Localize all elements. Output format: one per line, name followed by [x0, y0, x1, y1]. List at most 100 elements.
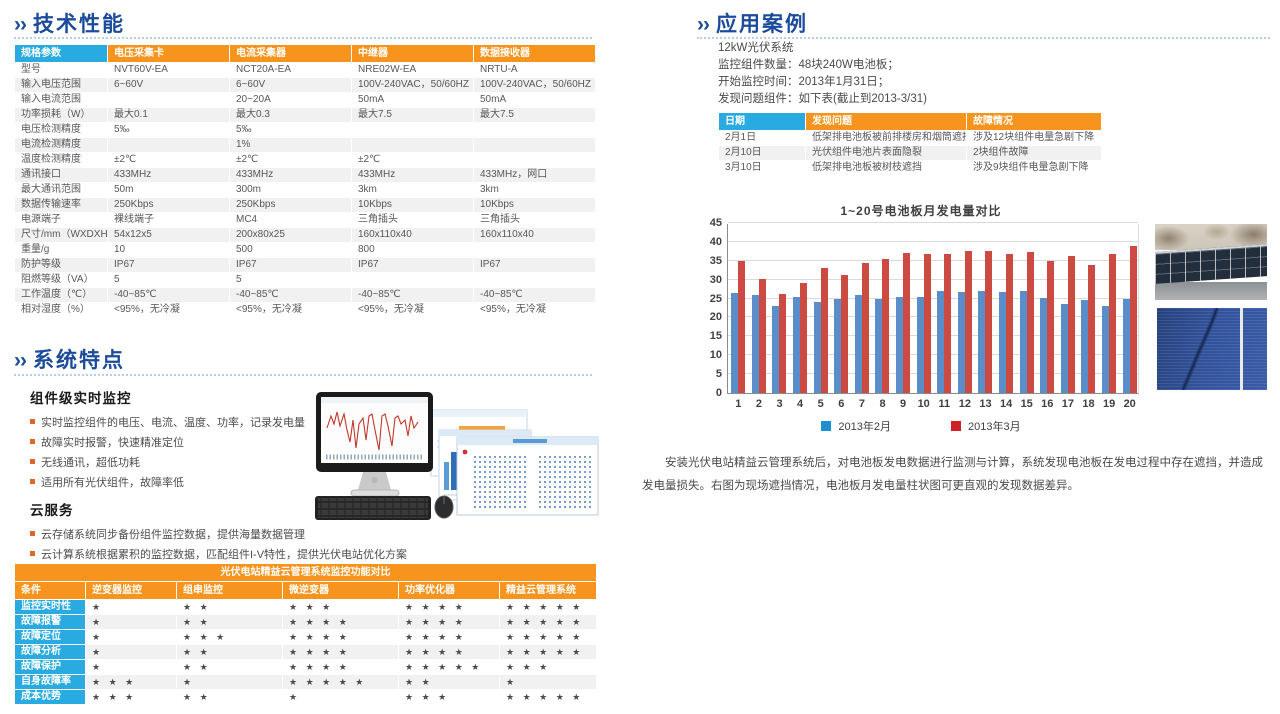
feature-list: 组件级实时监控实时监控组件的电压、电流、温度、功率，记录发电量故障实时报警，快速…	[30, 385, 300, 591]
x-axis-tick-label: 19	[1103, 398, 1115, 410]
spec-cell: 功率损耗（W）	[15, 108, 107, 122]
star-rating-cell: ★ ★	[177, 660, 282, 674]
bar-2013年3月	[985, 251, 992, 393]
y-axis-tick-label: 45	[710, 217, 722, 229]
case-intro-line: 监控组件数量：48块240W电池板；	[718, 57, 927, 74]
compare-row-label: 自身故障率	[15, 675, 85, 689]
issue-cell: 2月10日	[719, 146, 805, 160]
bar-2013年2月	[875, 299, 882, 393]
cell-busbar	[1240, 308, 1243, 390]
bar-2013年2月	[772, 306, 779, 393]
x-axis-tick-label: 4	[797, 398, 803, 410]
y-axis-tick-label: 30	[710, 274, 722, 286]
spec-cell: 800	[352, 243, 473, 257]
issue-header-row: 日期发现问题故障情况	[719, 113, 1101, 130]
x-axis-tick-label: 6	[838, 398, 844, 410]
star-rating-cell: ★ ★ ★ ★	[399, 600, 499, 614]
star-rating-cell: ★	[86, 615, 176, 629]
bar-2013年2月	[1102, 306, 1109, 393]
spec-cell: NVT60V-EA	[108, 63, 229, 77]
features-section-heading: ››系统特点	[14, 344, 125, 374]
bar-group	[749, 279, 770, 393]
spec-row: 防护等级IP67IP67IP67IP67	[15, 258, 595, 272]
star-rating-cell: ★ ★ ★ ★ ★	[283, 675, 398, 689]
spec-cell	[474, 153, 595, 167]
star-rating-cell: ★ ★ ★	[86, 690, 176, 704]
bar-2013年3月	[1047, 261, 1054, 393]
y-axis-tick-label: 10	[710, 349, 722, 361]
spec-cell: NCT20A-EA	[230, 63, 351, 77]
tech-section-title: 技术性能	[33, 13, 125, 36]
star-rating-cell: ★	[86, 600, 176, 614]
spec-cell: ±2℃	[108, 153, 229, 167]
star-rating-cell: ★	[86, 645, 176, 659]
bar-group	[872, 259, 893, 393]
compare-row: 监控实时性★★ ★★ ★ ★★ ★ ★ ★★ ★ ★ ★ ★	[15, 600, 596, 614]
spec-cell: 1%	[230, 138, 351, 152]
spec-cell: 500	[230, 243, 351, 257]
x-axis-tick-label: 14	[1000, 398, 1012, 410]
star-rating-cell: ★ ★ ★ ★	[399, 615, 499, 629]
spec-cell: 10Kbps	[474, 198, 595, 212]
star-rating-cell: ★ ★	[399, 675, 499, 689]
compare-row-label: 故障分析	[15, 645, 85, 659]
dotted-separator	[14, 37, 592, 39]
issue-cell: 涉及9块组件电量急剧下降	[967, 161, 1101, 175]
spec-cell: IP67	[230, 258, 351, 272]
issue-table: 日期发现问题故障情况2月1日低架排电池板被前排楼房和烟筒遮挡涉及12块组件电量急…	[718, 112, 1102, 176]
star-rating-cell: ★ ★ ★ ★	[283, 660, 398, 674]
bar-group	[1119, 246, 1140, 393]
y-axis-tick-label: 15	[710, 330, 722, 342]
bar-group	[810, 268, 831, 393]
spec-cell: 尺寸/mm（WXDXH）	[15, 228, 107, 242]
spec-row: 输入电流范围20~20A50mA50mA	[15, 93, 595, 107]
compare-header-cell: 逆变器监控	[86, 582, 176, 599]
x-axis-tick-label: 12	[959, 398, 971, 410]
spec-cell	[352, 273, 473, 287]
features-section-title: 系统特点	[33, 349, 125, 372]
spec-cell	[474, 273, 595, 287]
spec-cell: 防护等级	[15, 258, 107, 272]
spec-cell: 433MHz	[230, 168, 351, 182]
spec-cell: -40~85℃	[230, 288, 351, 302]
case-paragraph: 安装光伏电站精益云管理系统后，对电池板发电数据进行监测与计算，系统发现电池板在发…	[642, 452, 1274, 498]
spec-cell: 50mA	[352, 93, 473, 107]
issue-cell: 2月1日	[719, 131, 805, 145]
bar-2013年3月	[738, 261, 745, 393]
spec-cell: 阻燃等级（VA）	[15, 273, 107, 287]
heading-chevrons-icon: ››	[697, 13, 709, 36]
legend-label: 2013年2月	[838, 418, 891, 434]
spec-row: 尺寸/mm（WXDXH）54x12x5200x80x25160x110x4016…	[15, 228, 595, 242]
star-rating-cell: ★ ★	[177, 645, 282, 659]
legend-item: 2013年2月	[821, 418, 891, 434]
compare-row-label: 成本优势	[15, 690, 85, 704]
spec-cell: 三角插头	[352, 213, 473, 227]
bar-2013年3月	[759, 279, 766, 393]
tech-section-heading: ››技术性能	[14, 8, 125, 38]
spec-cell: -40~85℃	[474, 288, 595, 302]
bar-2013年3月	[1068, 256, 1075, 394]
bar-2013年2月	[896, 297, 903, 393]
comparison-table: 光伏电站精益云管理系统监控功能对比条件逆变器监控组串监控微逆变器功率优化器精益云…	[14, 563, 597, 705]
spec-cell: <95%，无冷凝	[230, 303, 351, 317]
star-rating-cell: ★ ★ ★	[177, 630, 282, 644]
bar-group	[728, 261, 749, 393]
spec-row: 输入电压范围6~60V6~60V100V-240VAC，50/60HZ100V-…	[15, 78, 595, 92]
case-intro-line: 发现问题组件：如下表(截止到2013-3/31)	[718, 91, 927, 108]
star-rating-cell: ★ ★ ★	[399, 690, 499, 704]
bar-2013年2月	[814, 302, 821, 393]
bar-group	[1058, 256, 1079, 394]
x-axis-tick-label: 1	[735, 398, 741, 410]
spec-row: 电流检测精度1%	[15, 138, 595, 152]
feature-group-title: 组件级实时监控	[30, 387, 300, 407]
spec-cell: 5‰	[230, 123, 351, 137]
spec-cell	[474, 138, 595, 152]
star-rating-cell: ★	[86, 630, 176, 644]
mouse-graphic	[435, 496, 453, 518]
bar-2013年2月	[1020, 291, 1027, 393]
compare-table-title: 光伏电站精益云管理系统监控功能对比	[15, 564, 596, 581]
bar-2013年3月	[1027, 252, 1034, 393]
spec-cell: IP67	[108, 258, 229, 272]
dotted-separator	[697, 37, 1270, 39]
y-axis-tick-label: 40	[710, 236, 722, 248]
